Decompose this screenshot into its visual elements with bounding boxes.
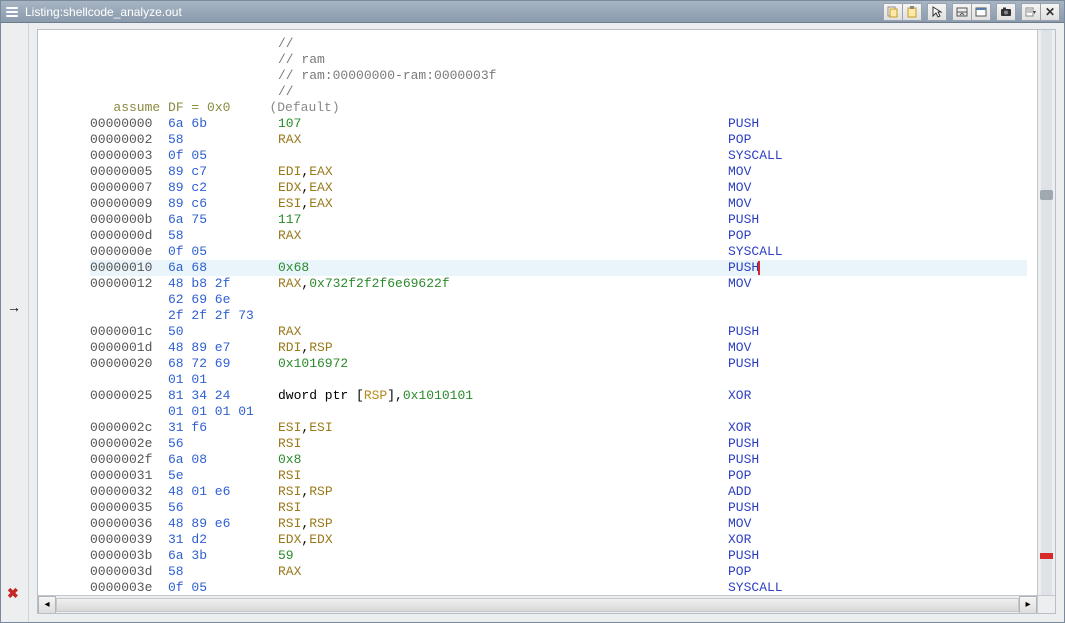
paste-icon[interactable] — [902, 3, 922, 21]
snapshot-icon[interactable] — [971, 3, 991, 21]
cursor-icon[interactable] — [927, 3, 947, 21]
listing-wrap: //// ram// ram:00000000-ram:0000003f// a… — [29, 23, 1064, 622]
overview-thumb[interactable] — [1040, 190, 1053, 200]
title-prefix: Listing: — [25, 5, 63, 19]
menu-icon[interactable] — [1021, 3, 1041, 21]
horizontal-scrollbar[interactable]: ◂ ▸ — [38, 595, 1037, 613]
disassembly-body[interactable]: //// ram// ram:00000000-ram:0000003f// a… — [38, 30, 1037, 595]
listing-panel: Listing: shellcode_analyze.out ✕ → ✖ ///… — [0, 0, 1065, 623]
close-icon[interactable]: ✕ — [1040, 3, 1060, 21]
scroll-left-icon[interactable]: ◂ — [38, 596, 56, 614]
arrow-marker-icon: → — [7, 299, 21, 315]
titlebar[interactable]: Listing: shellcode_analyze.out ✕ — [1, 1, 1064, 23]
content-area: → ✖ //// ram// ram:00000000-ram:0000003f… — [1, 23, 1064, 622]
titlebar-actions: ✕ — [884, 3, 1060, 21]
hscroll-track[interactable] — [56, 598, 1019, 612]
scroll-right-icon[interactable]: ▸ — [1019, 596, 1037, 614]
panel-toggle-icon[interactable] — [952, 3, 972, 21]
camera-icon[interactable] — [996, 3, 1016, 21]
listing-icon — [5, 5, 19, 19]
overview-error-mark — [1040, 553, 1053, 559]
copy-icon[interactable] — [883, 3, 903, 21]
error-marker-icon: ✖ — [7, 585, 19, 602]
title-filename: shellcode_analyze.out — [63, 5, 182, 19]
left-gutter: → ✖ — [1, 23, 29, 622]
hscroll-thumb[interactable] — [57, 599, 1018, 611]
listing-viewport[interactable]: //// ram// ram:00000000-ram:0000003f// a… — [37, 29, 1056, 614]
scroll-corner — [1037, 595, 1055, 613]
overview-ruler[interactable] — [1037, 30, 1055, 595]
